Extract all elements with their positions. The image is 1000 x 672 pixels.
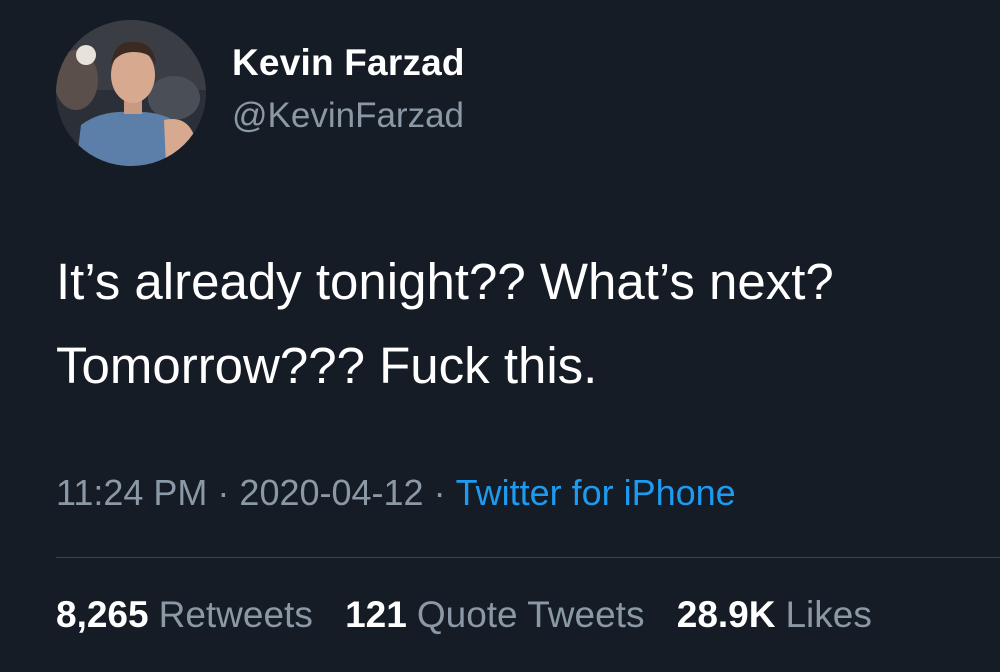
- divider: [56, 557, 1000, 558]
- quote-tweets-count: 121: [345, 594, 407, 635]
- likes-label: Likes: [785, 594, 872, 635]
- likes-count: 28.9K: [676, 594, 776, 635]
- tweet-time[interactable]: 11:24 PM: [56, 472, 207, 513]
- retweets-stat[interactable]: 8,265 Retweets: [56, 594, 313, 635]
- tweet-text: It’s already tonight?? What’s next? Tomo…: [56, 240, 976, 408]
- retweets-label: Retweets: [158, 594, 313, 635]
- meta-separator: ·: [433, 472, 446, 513]
- author-name[interactable]: Kevin Farzad: [232, 42, 465, 84]
- tweet-card: Kevin Farzad @KevinFarzad It’s already t…: [0, 0, 1000, 672]
- tweet-source-link[interactable]: Twitter for iPhone: [456, 472, 736, 513]
- quote-tweets-stat[interactable]: 121 Quote Tweets: [345, 594, 644, 635]
- author-handle[interactable]: @KevinFarzad: [232, 96, 464, 136]
- meta-separator: ·: [217, 472, 230, 513]
- retweets-count: 8,265: [56, 594, 149, 635]
- engagement-stats: 8,265 Retweets 121 Quote Tweets 28.9K Likes: [56, 594, 894, 636]
- likes-stat[interactable]: 28.9K Likes: [677, 594, 872, 635]
- quote-tweets-label: Quote Tweets: [416, 594, 645, 635]
- tweet-meta: 11:24 PM · 2020-04-12 · Twitter for iPhone: [56, 472, 736, 514]
- tweet-date[interactable]: 2020-04-12: [239, 472, 423, 513]
- tweet-text-line: It’s already tonight?? What’s next?: [56, 253, 834, 310]
- tweet-text-line: Tomorrow??? Fuck this.: [56, 337, 598, 394]
- avatar[interactable]: [56, 20, 206, 166]
- avatar-photo: [56, 20, 206, 166]
